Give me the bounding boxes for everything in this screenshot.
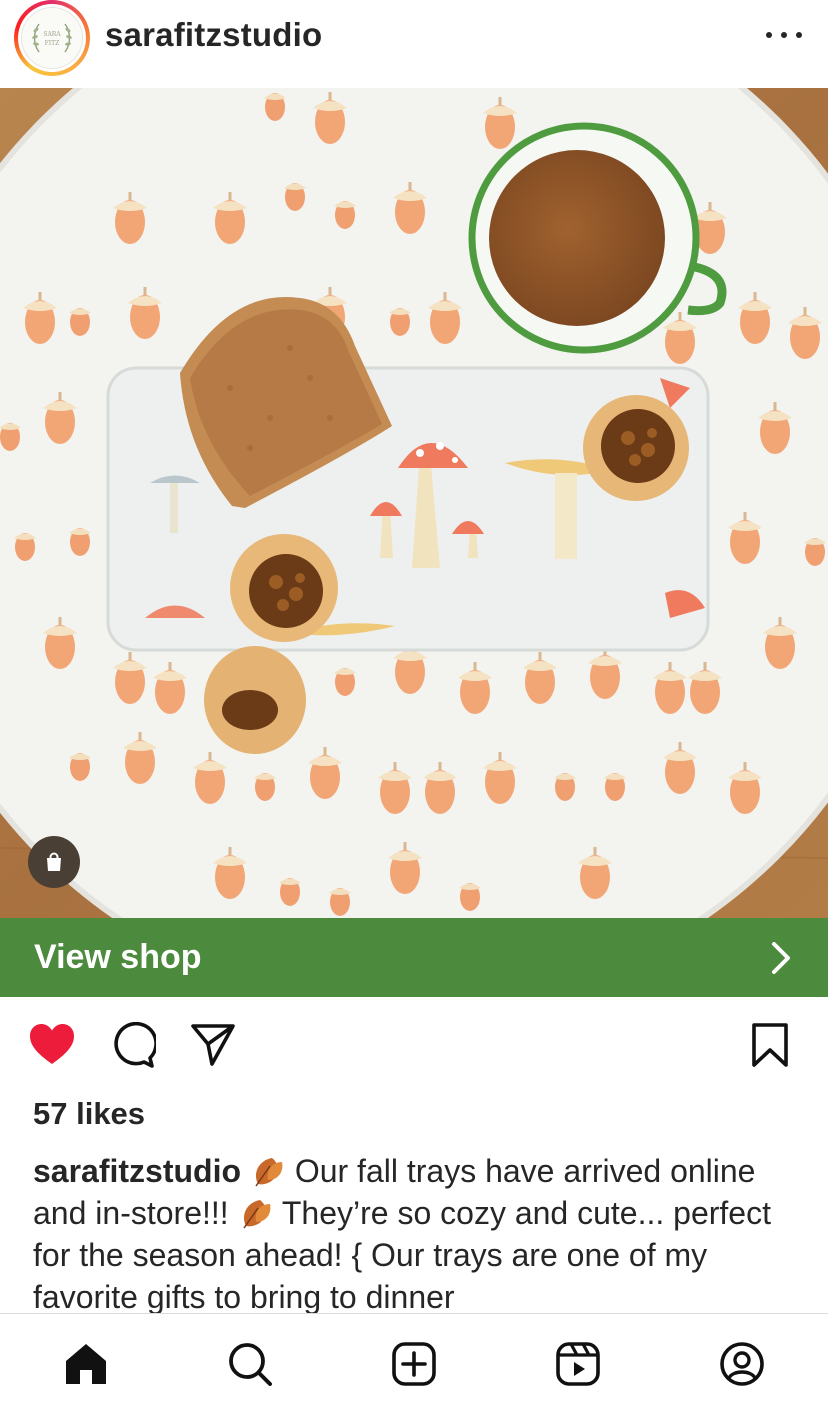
comment-icon[interactable] xyxy=(110,1022,156,1068)
more-dot xyxy=(796,32,802,38)
caption-username[interactable]: sarafitzstudio xyxy=(33,1153,241,1189)
profile-icon xyxy=(720,1342,764,1386)
avatar-border: SARA FITZ xyxy=(18,4,86,72)
plus-square-icon xyxy=(392,1342,436,1386)
likes-count[interactable]: 57 likes xyxy=(33,1096,145,1132)
view-shop-bar[interactable]: View shop xyxy=(0,918,828,997)
tray-photo xyxy=(0,88,828,918)
heart-filled-icon[interactable] xyxy=(28,1022,76,1066)
nav-create[interactable] xyxy=(390,1340,438,1388)
story-ring[interactable]: SARA FITZ xyxy=(14,0,90,76)
avatar-text-2: FITZ xyxy=(45,40,60,47)
tart-3 xyxy=(204,646,306,754)
post-username[interactable]: sarafitzstudio xyxy=(105,16,322,54)
nav-search[interactable] xyxy=(226,1340,274,1388)
nav-reels[interactable] xyxy=(554,1340,602,1388)
chevron-right-icon xyxy=(772,942,790,974)
post-image[interactable] xyxy=(0,88,828,918)
more-options-icon[interactable] xyxy=(766,20,802,50)
view-shop-label: View shop xyxy=(34,938,202,976)
post-actions xyxy=(0,1000,828,1092)
bookmark-icon[interactable] xyxy=(750,1022,790,1068)
tart-1 xyxy=(583,395,689,501)
post-caption: sarafitzstudio Our fall trays have arriv… xyxy=(33,1150,803,1314)
nav-profile[interactable] xyxy=(718,1340,766,1388)
more-dot xyxy=(766,32,772,38)
bottom-nav xyxy=(0,1313,828,1413)
reels-icon xyxy=(556,1342,600,1386)
send-icon[interactable] xyxy=(190,1022,236,1068)
fallen-leaf-icon xyxy=(255,1158,283,1187)
tart-2 xyxy=(230,534,338,642)
nav-home[interactable] xyxy=(62,1340,110,1388)
search-icon xyxy=(229,1343,272,1386)
shopping-bag-icon[interactable] xyxy=(28,836,80,888)
fallen-leaf-icon xyxy=(242,1200,270,1229)
avatar[interactable]: SARA FITZ xyxy=(21,7,83,69)
home-icon xyxy=(66,1344,106,1384)
post-header: SARA FITZ sarafitzstudio xyxy=(0,0,828,88)
laurel-icon: SARA FITZ xyxy=(32,23,72,53)
more-dot xyxy=(781,32,787,38)
avatar-text-1: SARA xyxy=(43,31,61,38)
